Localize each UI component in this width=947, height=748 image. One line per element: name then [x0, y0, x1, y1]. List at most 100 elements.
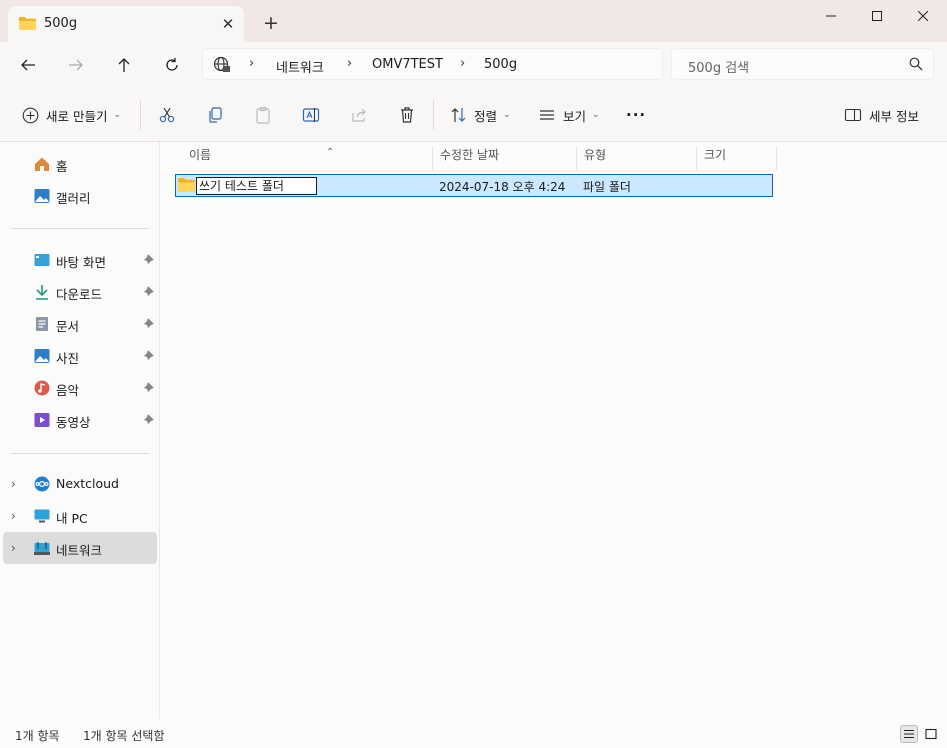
chevron-right-icon[interactable]: › — [249, 56, 254, 71]
sidebar-item-label: 문서 — [56, 319, 80, 334]
chevron-right-icon[interactable]: › — [11, 509, 16, 523]
column-size-label: 크기 — [704, 148, 727, 162]
sidebar-item-documents[interactable]: 문서 — [3, 308, 157, 340]
network-globe-icon — [213, 56, 230, 72]
new-button[interactable]: 새로 만들기 ⌄ — [20, 102, 121, 128]
chevron-right-icon[interactable]: › — [460, 56, 465, 71]
pin-icon[interactable] — [142, 318, 154, 330]
share-button[interactable] — [349, 102, 369, 128]
column-header-type[interactable]: 유형 — [577, 146, 697, 170]
tab-title: 500g — [44, 16, 78, 31]
more-options-icon[interactable]: ··· — [626, 102, 646, 128]
rename-button[interactable] — [301, 102, 321, 128]
new-button-label: 새로 만들기 — [46, 108, 108, 124]
close-tab-icon[interactable]: ✕ — [218, 14, 238, 34]
download-icon — [36, 285, 48, 300]
refresh-button[interactable] — [158, 51, 186, 79]
sidebar-item-label: 동영상 — [56, 415, 91, 430]
up-button[interactable] — [110, 51, 138, 79]
chevron-right-icon[interactable]: › — [11, 477, 16, 491]
sidebar-item-downloads[interactable]: 다운로드 — [3, 276, 157, 308]
forward-button[interactable] — [62, 51, 90, 79]
breadcrumb-omv7test[interactable]: OMV7TEST — [372, 57, 443, 72]
chevron-down-icon: ⌄ — [592, 110, 600, 120]
tiles-view-button[interactable] — [922, 725, 940, 743]
details-view-icon — [904, 729, 914, 739]
search-placeholder: 500g 검색 — [688, 61, 750, 76]
minimize-icon — [826, 15, 836, 17]
sidebar-item-pictures[interactable]: 사진 — [3, 340, 157, 372]
sidebar-item-label: 사진 — [56, 351, 80, 366]
breadcrumb-network[interactable]: 네트워크 — [276, 57, 324, 76]
table-row[interactable]: 쓰기 테스트 폴더 2024-07-18 오후 4:24 파일 폴더 — [175, 174, 773, 197]
sidebar-item-music[interactable]: 음악 — [3, 372, 157, 404]
chevron-right-icon[interactable]: › — [11, 541, 16, 555]
pin-icon[interactable] — [142, 382, 154, 394]
column-header-size[interactable]: 크기 — [697, 146, 777, 170]
sort-button[interactable]: 정렬 ⌄ — [449, 102, 511, 128]
pin-icon[interactable] — [142, 286, 154, 298]
sidebar-item-desktop[interactable]: 바탕 화면 — [3, 244, 157, 276]
sort-ascending-icon: ⌃ — [326, 147, 335, 158]
sidebar-item-label: 내 PC — [56, 511, 88, 526]
view-button[interactable]: 보기 ⌄ — [537, 102, 600, 128]
pc-icon — [34, 509, 50, 523]
sort-label: 정렬 — [474, 108, 498, 124]
plus-circle-icon — [20, 105, 40, 125]
pin-icon[interactable] — [142, 350, 154, 362]
item-count: 1개 항목 — [15, 729, 60, 743]
pictures-icon — [34, 349, 50, 363]
details-view-button[interactable] — [900, 725, 918, 743]
selection-count: 1개 항목 선택함 — [83, 729, 165, 743]
sidebar-item-label: 다운로드 — [56, 287, 103, 302]
close-icon — [918, 11, 928, 21]
chevron-right-icon[interactable]: › — [347, 56, 352, 71]
maximize-button[interactable] — [854, 2, 900, 30]
column-header-name[interactable]: 이름 ⌃ — [182, 146, 433, 170]
pin-icon[interactable] — [142, 414, 154, 426]
pin-icon[interactable] — [142, 254, 154, 266]
breadcrumb-500g[interactable]: 500g — [484, 57, 517, 72]
cut-button[interactable] — [157, 102, 177, 128]
sidebar-item-videos[interactable]: 동영상 — [3, 404, 157, 436]
sidebar-item-home[interactable]: 홈 — [3, 148, 157, 180]
delete-button[interactable] — [397, 102, 417, 128]
paste-button[interactable] — [253, 102, 273, 128]
address-bar[interactable]: › 네트워크 › OMV7TEST › 500g — [202, 48, 663, 80]
back-button[interactable] — [14, 51, 42, 79]
chevron-down-icon: ⌄ — [113, 110, 122, 120]
search-icon — [909, 57, 923, 71]
new-tab-button[interactable]: + — [260, 12, 282, 34]
sidebar-item-gallery[interactable]: 갤러리 — [3, 180, 157, 212]
column-modified-label: 수정한 날짜 — [440, 148, 500, 162]
maximize-icon — [872, 11, 882, 21]
arrow-up-icon — [118, 58, 130, 72]
search-input[interactable]: 500g 검색 — [671, 48, 934, 80]
tab-500g[interactable]: 500g ✕ — [8, 6, 244, 42]
rename-input[interactable]: 쓰기 테스트 폴더 — [196, 177, 317, 195]
sidebar-divider — [11, 228, 149, 229]
sidebar-item-network[interactable]: › 네트워크 — [3, 532, 157, 564]
sidebar-item-label: 갤러리 — [56, 191, 91, 206]
sidebar-item-label: 음악 — [56, 383, 80, 398]
sidebar-item-nextcloud[interactable]: › Nextcloud — [3, 468, 157, 500]
column-header-modified[interactable]: 수정한 날짜 — [433, 146, 577, 170]
view-label: 보기 — [563, 108, 587, 124]
navigation-bar: › 네트워크 › OMV7TEST › 500g 500g 검색 — [0, 42, 947, 88]
toolbar-divider — [433, 100, 434, 130]
arrow-left-icon — [21, 59, 35, 71]
arrow-right-icon — [69, 59, 83, 71]
close-window-button[interactable] — [900, 2, 946, 30]
copy-button[interactable] — [205, 102, 225, 128]
sidebar-item-this-pc[interactable]: › 내 PC — [3, 500, 157, 532]
command-bar: 새로 만들기 ⌄ 정렬 ⌄ 보기 ⌄ ··· 세부 정보 — [0, 88, 947, 142]
minimize-button[interactable] — [808, 2, 854, 30]
status-bar: 1개 항목 1개 항목 선택함 — [0, 719, 947, 748]
gallery-icon — [34, 189, 50, 203]
sidebar-item-label: 네트워크 — [56, 543, 103, 558]
nextcloud-icon — [34, 476, 50, 492]
details-label: 세부 정보 — [869, 108, 919, 124]
music-icon — [34, 380, 50, 396]
sidebar-item-label: 홈 — [56, 159, 68, 174]
details-pane-button[interactable]: 세부 정보 — [843, 102, 919, 128]
